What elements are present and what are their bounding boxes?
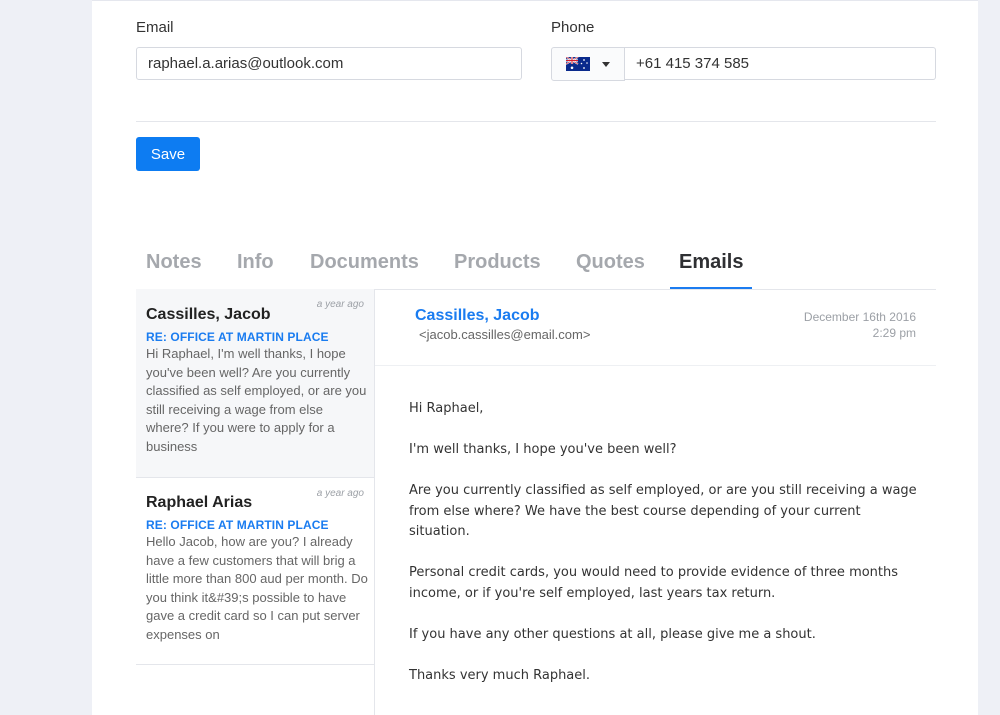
tab-emails[interactable]: Emails	[679, 251, 743, 274]
phone-label: Phone	[551, 19, 595, 36]
email-list-item[interactable]: a year ago Raphael Arias RE: OFFICE AT M…	[136, 478, 374, 664]
tab-bar: Notes Info Documents Products Quotes Ema…	[136, 241, 936, 290]
email-paragraph: I'm well thanks, I hope you've been well…	[409, 442, 677, 457]
email-date: December 16th 2016 2:29 pm	[804, 309, 916, 341]
email-preview: Hi Raphael, I'm well thanks, I hope you'…	[146, 346, 367, 454]
australia-flag-icon	[566, 57, 590, 71]
email-list-item[interactable]: a year ago Cassilles, Jacob RE: OFFICE A…	[136, 289, 374, 477]
email-paragraph: Thanks very much Raphael.	[409, 667, 591, 683]
email-subject: RE: OFFICE AT MARTIN PLACE	[146, 518, 329, 532]
email-field[interactable]: raphael.a.arias@outlook.com	[136, 47, 522, 80]
email-detail: Cassilles, Jacob <jacob.cassilles@email.…	[375, 289, 936, 715]
tab-notes[interactable]: Notes	[146, 251, 202, 274]
divider	[136, 121, 936, 122]
email-from-address: <jacob.cassilles@email.com>	[419, 327, 591, 342]
email-time: a year ago	[316, 488, 364, 499]
tab-info[interactable]: Info	[237, 251, 274, 274]
chevron-down-icon	[602, 61, 610, 67]
email-sender: Raphael Arias	[146, 494, 253, 511]
tab-products[interactable]: Products	[454, 251, 541, 274]
divider	[136, 664, 374, 665]
divider	[375, 365, 936, 366]
save-button[interactable]: Save	[136, 137, 200, 171]
contact-card: Email raphael.a.arias@outlook.com Phone …	[92, 0, 978, 715]
tab-documents[interactable]: Documents	[310, 251, 419, 274]
email-paragraph: Personal credit cards, you would need to…	[409, 565, 899, 601]
tab-quotes[interactable]: Quotes	[576, 251, 645, 274]
email-date-day: December 16th 2016	[803, 310, 916, 324]
email-paragraph: Are you currently classified as self emp…	[409, 483, 917, 539]
email-list: a year ago Cassilles, Jacob RE: OFFICE A…	[136, 289, 375, 715]
country-select-button[interactable]	[551, 47, 625, 81]
email-label: Email	[136, 19, 174, 36]
email-paragraph: If you have any other questions at all, …	[409, 626, 816, 642]
email-from-name[interactable]: Cassilles, Jacob	[415, 307, 540, 325]
phone-field[interactable]: +61 415 374 585	[625, 47, 936, 80]
email-paragraph: Hi Raphael,	[409, 401, 484, 416]
email-time: a year ago	[316, 299, 364, 310]
email-date-time: 2:29 pm	[872, 326, 916, 340]
email-sender: Cassilles, Jacob	[146, 306, 271, 323]
email-body: Hi Raphael, I'm well thanks, I hope you'…	[409, 399, 919, 707]
email-preview: Hello Jacob, how are you? I already have…	[146, 534, 368, 642]
email-subject: RE: OFFICE AT MARTIN PLACE	[146, 330, 329, 344]
